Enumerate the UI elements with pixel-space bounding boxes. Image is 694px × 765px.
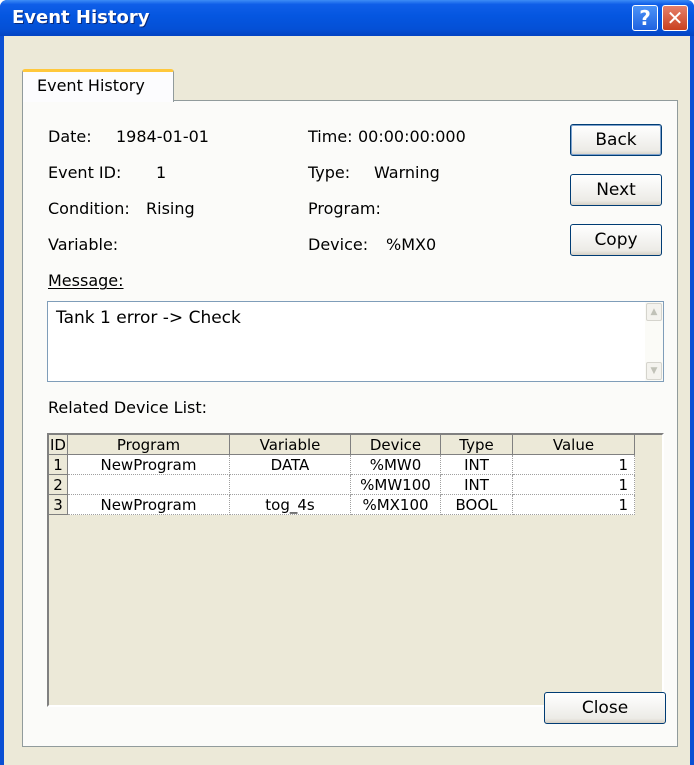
close-icon[interactable]: ✕ [662, 5, 688, 31]
related-device-list-label: Related Device List: [48, 398, 208, 417]
row-id[interactable]: 2 [49, 475, 68, 495]
message-label: Message: [48, 271, 124, 290]
type-value: Warning [374, 163, 440, 182]
table-cell[interactable] [230, 475, 351, 495]
column-header-device[interactable]: Device [351, 435, 441, 455]
help-icon[interactable]: ? [632, 5, 658, 31]
message-textbox[interactable]: Tank 1 error -> Check ▲ ▼ [47, 301, 664, 382]
table-cell[interactable]: %MX100 [351, 495, 441, 515]
tab-event-history[interactable]: Event History [22, 69, 174, 102]
next-button[interactable]: Next [570, 174, 662, 206]
table-cell[interactable]: NewProgram [68, 495, 230, 515]
condition-value: Rising [146, 199, 195, 218]
column-header-id[interactable]: ID [49, 435, 68, 455]
chevron-up-icon[interactable]: ▲ [646, 303, 662, 321]
table-cell[interactable]: INT [441, 455, 513, 475]
program-label: Program: [308, 199, 381, 218]
table-cell[interactable]: 1 [513, 455, 635, 475]
column-header-value[interactable]: Value [513, 435, 635, 455]
message-text: Tank 1 error -> Check [56, 308, 241, 328]
column-header-type[interactable]: Type [441, 435, 513, 455]
table-cell[interactable]: NewProgram [68, 455, 230, 475]
message-scrollbar[interactable]: ▲ ▼ [645, 302, 663, 381]
variable-label: Variable: [48, 235, 119, 254]
time-label: Time: [308, 127, 353, 146]
row-id[interactable]: 1 [49, 455, 68, 475]
chevron-down-icon[interactable]: ▼ [646, 362, 662, 380]
table-cell[interactable]: 1 [513, 495, 635, 515]
condition-label: Condition: [48, 199, 130, 218]
table-cell[interactable]: %MW0 [351, 455, 441, 475]
window-title: Event History [12, 7, 150, 28]
date-label: Date: [48, 127, 92, 146]
table-cell[interactable] [68, 475, 230, 495]
table-cell[interactable]: INT [441, 475, 513, 495]
table-cell[interactable]: 1 [513, 475, 635, 495]
close-button[interactable]: Close [544, 692, 666, 724]
device-label: Device: [308, 235, 369, 254]
type-label: Type: [308, 163, 351, 182]
row-id[interactable]: 3 [49, 495, 68, 515]
table-cell[interactable]: BOOL [441, 495, 513, 515]
device-value: %MX0 [386, 235, 437, 254]
back-button[interactable]: Back [570, 124, 662, 156]
titlebar[interactable]: Event History ? ✕ [0, 0, 694, 36]
table-cell[interactable]: tog_4s [230, 495, 351, 515]
date-value: 1984-01-01 [116, 127, 209, 146]
event-id-value: 1 [156, 163, 167, 182]
related-device-grid[interactable]: ID Program Variable Device Type Value 1 … [47, 433, 664, 707]
copy-button[interactable]: Copy [570, 224, 662, 256]
time-value: 00:00:00:000 [358, 127, 466, 146]
table-cell[interactable]: %MW100 [351, 475, 441, 495]
event-id-label: Event ID: [48, 163, 122, 182]
column-header-program[interactable]: Program [68, 435, 230, 455]
event-history-window: Event History ? ✕ Event History Date: 19… [0, 0, 694, 765]
table-cell[interactable]: DATA [230, 455, 351, 475]
column-header-variable[interactable]: Variable [230, 435, 351, 455]
